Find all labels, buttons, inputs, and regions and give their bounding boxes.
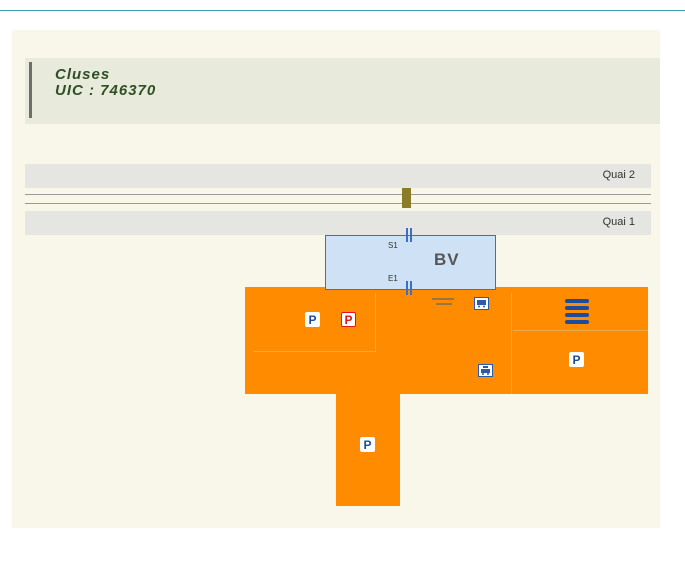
- uic-code: UIC : 746370: [55, 82, 157, 99]
- exit-door-label: S1: [388, 241, 398, 250]
- zone-divider: [511, 293, 512, 394]
- bus-icon[interactable]: [474, 297, 489, 310]
- station-name: Cluses: [55, 66, 111, 83]
- platform-quai-2-label: Quai 2: [602, 169, 635, 181]
- level-crossing-marker[interactable]: [402, 188, 411, 208]
- platform-quai-1-label: Quai 1: [602, 216, 635, 228]
- taxi-icon[interactable]: [478, 364, 493, 377]
- parking-icon[interactable]: P: [360, 437, 375, 452]
- track-line-1: [25, 194, 651, 195]
- header-accent-bar: [29, 62, 32, 118]
- top-divider-line: [0, 10, 685, 11]
- entry-door-icon[interactable]: [406, 281, 412, 295]
- zone-divider: [253, 351, 376, 352]
- bike-rack-icon[interactable]: [564, 297, 590, 325]
- parking-icon[interactable]: P: [305, 312, 320, 327]
- parking-icon[interactable]: P: [569, 352, 584, 367]
- info-mark: [432, 297, 456, 312]
- reserved-parking-icon[interactable]: P: [341, 312, 356, 327]
- zone-divider: [375, 293, 376, 351]
- platform-quai-2[interactable]: Quai 2: [25, 164, 651, 188]
- zone-divider: [513, 330, 648, 331]
- platform-quai-1[interactable]: Quai 1: [25, 211, 651, 235]
- station-building-label: BV: [434, 250, 460, 269]
- entry-door-label: E1: [388, 274, 398, 283]
- exit-door-icon[interactable]: [406, 228, 412, 242]
- track-line-2: [25, 203, 651, 204]
